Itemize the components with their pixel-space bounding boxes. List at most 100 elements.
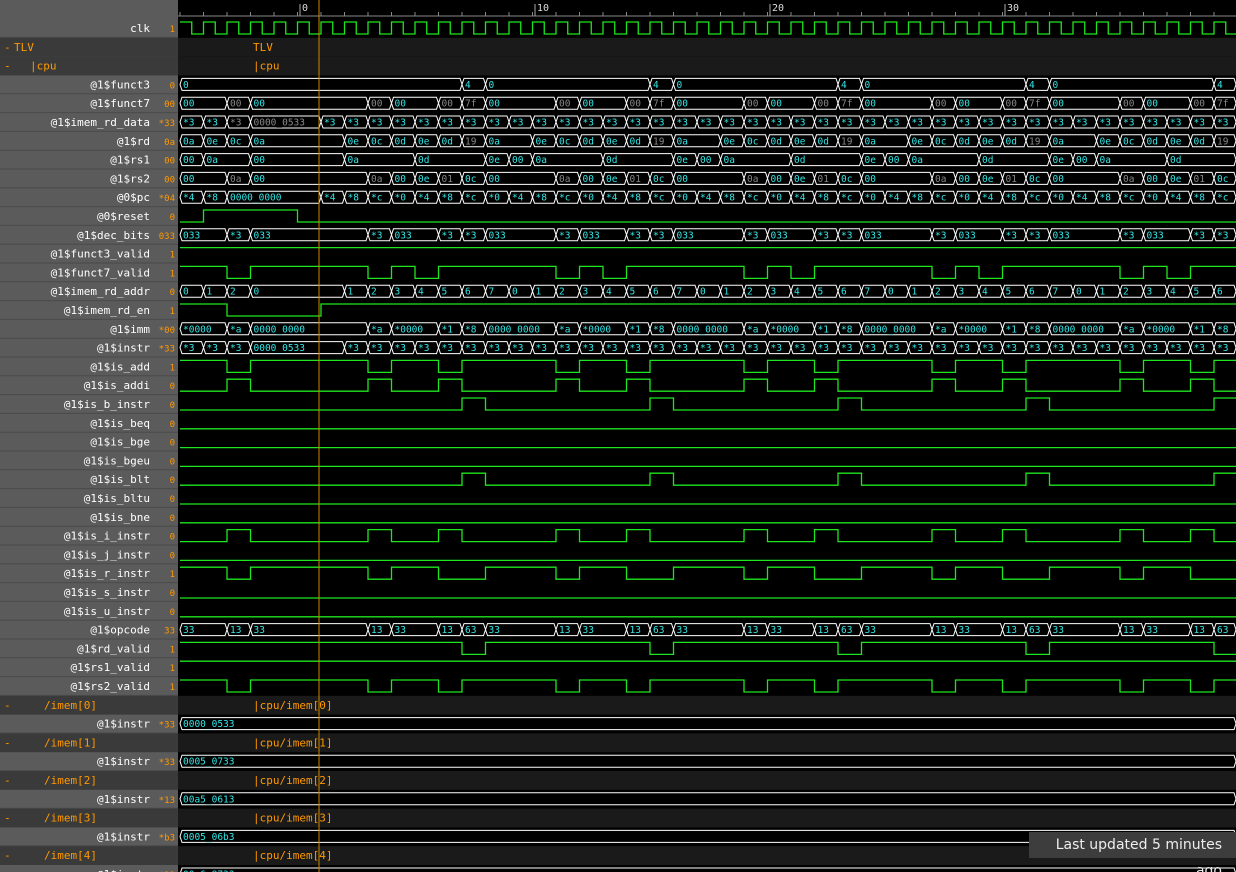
waveform-1-instr[interactable]: 0005_0733 <box>179 754 1236 768</box>
waveform-1-imem-rd-addr[interactable]: 0 1 2 0 1 2 3 4 5 6 7 0 1 2 3 4 5 6 7 0 1 2 3 4 5 6 7 0 1 2 3 4 5 6 7 0 1 2 3 4… <box>179 284 1236 298</box>
signal-value-hint: 00 <box>164 100 175 110</box>
scope-collapse-icon[interactable]: - <box>4 41 11 54</box>
bus-segment-value: 19 <box>841 136 853 147</box>
waveform-1-rs1[interactable]: 00 0a 00 0a 0d 0e 00 0a 0d 0e 00 0a 0d 0e 00 0a 0d 0e 00 0a… <box>179 153 1236 167</box>
scope-collapse-icon[interactable]: - <box>4 736 11 749</box>
signal-name-row-1-rs2-valid[interactable]: @1$rs2_valid 1 <box>0 680 178 696</box>
waveform-1-rs2[interactable]: 00 0a 00 0a 00 0e 01 0c 00 0a 00 0e 01 0c 00 0a 00 0e 01 0c… <box>179 171 1236 185</box>
signal-name-row-1-instr[interactable]: @1$instr *13 <box>0 793 178 809</box>
scope-collapse-icon[interactable]: - <box>4 60 11 73</box>
waveform-1-funct7-valid[interactable] <box>180 265 1236 280</box>
time-axis-label: 10 <box>537 3 549 14</box>
waveform-1-is-add[interactable] <box>180 359 1236 374</box>
signal-name-row-1-is-bge[interactable]: @1$is_bge 0 <box>0 436 178 452</box>
signal-name-row-1-opcode[interactable]: @1$opcode 33 <box>0 624 178 640</box>
waveform-1-dec-bits[interactable]: 033 *3 033 *3 033 *3 *3 033 *3 033 *3 *3 033 *3 033 *3 *… <box>179 228 1236 242</box>
bus-segment: *3 <box>649 341 675 354</box>
scope-collapse-icon[interactable]: - <box>4 774 11 787</box>
signal-name-row-1-rd[interactable]: @1$rd 0a <box>0 135 178 151</box>
signal-name-row-1-is-s-instr[interactable]: @1$is_s_instr 0 <box>0 586 178 602</box>
signal-name-row-1-rd-valid[interactable]: @1$rd_valid 1 <box>0 642 178 659</box>
bus-segment-value: 4 <box>606 287 612 298</box>
signal-name-row-1-is-bgeu[interactable]: @1$is_bgeu 0 <box>0 454 178 471</box>
scope-collapse-icon[interactable]: - <box>4 849 11 862</box>
signal-name-row-1-funct3-valid[interactable]: @1$funct3_valid 1 <box>0 248 178 264</box>
signal-name-row-1-funct3[interactable]: @1$funct3 0 <box>0 78 178 95</box>
bus-segment-value: 0e <box>207 136 219 147</box>
bus-segment: 00 <box>390 171 416 185</box>
waveform-1-funct7[interactable]: 00 00 00 00 00 00 7f 00 00 00 00 7f 00 00 00 00 7f 00 00 00… <box>179 96 1236 110</box>
waveform-1-rd-valid[interactable] <box>180 641 1236 656</box>
signal-name-row-tlv[interactable]: - TLV <box>0 37 178 57</box>
waveform-clk[interactable] <box>180 21 1236 35</box>
signal-name-row-imem-0[interactable]: - /imem[0] <box>0 695 178 715</box>
bus-segment: *3 <box>1025 341 1051 354</box>
signal-name-row-1-imem-rd-addr[interactable]: @1$imem_rd_addr 0 <box>0 285 178 302</box>
signal-name-row-0-reset[interactable]: @0$reset 0 <box>0 210 178 226</box>
waveform-0-reset[interactable] <box>180 209 1236 223</box>
waveform-1-is-i-instr[interactable] <box>180 528 1236 543</box>
signal-name-row-1-instr[interactable]: @1$instr*33 <box>0 755 178 772</box>
bus-segment: *3 <box>954 341 980 354</box>
signal-name-row-1-imm[interactable]: @1$imm *00 <box>0 323 178 339</box>
bus-segment-value: 0a <box>935 174 946 185</box>
scope-collapse-icon[interactable]: - <box>4 812 11 825</box>
waveform-1-is-b-instr[interactable] <box>180 397 1236 411</box>
signal-names-panel[interactable]: clk 1- TLV - |cpu @1$funct3 0 @1$funct7 00 @1$ime… <box>0 0 178 872</box>
bus-segment-value: 0c <box>465 174 476 185</box>
signal-name-row-1-is-blt[interactable]: @1$is_blt 0 <box>0 473 178 490</box>
signal-name-row-1-is-b-instr[interactable]: @1$is_b_instr 0 <box>0 398 178 414</box>
signal-name-row-imem-4[interactable]: - /imem[4] <box>0 846 178 865</box>
waveform-1-instr[interactable]: *3 *3 *3 0000_0533 *3 *3 *3 *3 *3 *3 *3 *3 *3 *3 *3 *3 *… <box>179 341 1236 355</box>
scope-collapse-icon[interactable]: - <box>4 699 11 712</box>
signal-name-row-1-dec-bits[interactable]: @1$dec_bits 033 <box>0 229 178 245</box>
waveform-1-is-r-instr[interactable] <box>180 566 1236 580</box>
waveform-1-is-addi[interactable] <box>180 378 1236 392</box>
signal-name-row-0-pc[interactable]: @0$pc *04 <box>0 191 178 208</box>
signal-name-row-1-is-bne[interactable]: @1$is_bne 0 <box>0 511 178 527</box>
signal-name-row-1-is-r-instr[interactable]: @1$is_r_instr 1 <box>0 567 178 584</box>
waveform-1-is-blt[interactable] <box>180 472 1236 486</box>
waveform-0-pc[interactable]: *4 *8 0000_0000 *4 *8 *c *0 *4 *8 *c *0 *4 *8 *c *0 *4 *… <box>179 190 1236 204</box>
signal-name-row-1-instr[interactable]: @1$instr*33 <box>0 718 178 734</box>
signal-name-row-1-is-j-instr[interactable]: @1$is_j_instr 0 <box>0 548 178 565</box>
bus-segment-value: *3 <box>1100 343 1111 354</box>
signal-name-row-clk[interactable]: clk 1 <box>0 22 178 38</box>
bus-segment: *4 <box>978 190 1004 204</box>
waveform-1-imem-rd-data[interactable]: *3 *3 *3 0000_0533 *3 *3 *3 *3 *3 *3 *3 *3 *3 *3 *3 *3 *… <box>179 115 1236 129</box>
signal-name-row-imem-2[interactable]: - /imem[2] <box>0 771 178 790</box>
signal-name-row-1-instr[interactable]: @1$instr*33 <box>0 868 178 872</box>
waveform-1-imm[interactable]: *0000 *a 0000_0000 *a *0000 *1 *8 0000_0000 *a *0… <box>179 322 1236 336</box>
signal-name-row-1-is-addi[interactable]: @1$is_addi 0 <box>0 379 178 396</box>
signal-name-row-1-is-bltu[interactable]: @1$is_bltu 0 <box>0 492 178 508</box>
bus-segment-value: *3 <box>700 118 711 129</box>
waveform-1-instr[interactable]: 00c6_8733 <box>180 867 1236 872</box>
signal-name-row-1-is-u-instr[interactable]: @1$is_u_instr 0 <box>0 605 178 621</box>
waveform-panel[interactable]: 0 10 20 30 TLV |cpu 0 4 0 4 0 4 0 4 0 4 00 00 00 00 00 00 7f 00… <box>178 0 1236 872</box>
signal-name-row-imem-3[interactable]: - /imem[3] <box>0 808 178 828</box>
signal-name-row-1-imem-rd-data[interactable]: @1$imem_rd_data *33 <box>0 116 178 132</box>
waveform-1-opcode[interactable]: 33 13 33 13 33 13 63 33 13 33 13 63 33 13 33 13 63 33 13 33… <box>179 623 1236 637</box>
waveform-1-instr[interactable]: 00a5_0613 <box>179 792 1236 806</box>
signal-name-row-1-funct7-valid[interactable]: @1$funct7_valid 1 <box>0 266 178 283</box>
signal-name-row-1-rs1[interactable]: @1$rs1 00 <box>0 154 178 170</box>
waveform-1-rs2-valid[interactable] <box>180 679 1236 693</box>
signal-name-row-1-is-beq[interactable]: @1$is_beq 0 <box>0 417 178 433</box>
signal-name-row-1-rs1-valid[interactable]: @1$rs1_valid 1 <box>0 661 178 678</box>
signal-name-row-1-is-add[interactable]: @1$is_add 1 <box>0 360 178 377</box>
signal-name-row-imem-1[interactable]: - /imem[1] <box>0 733 178 753</box>
waveform-1-imem-rd-en[interactable] <box>180 303 1236 317</box>
signal-name-row-1-funct7[interactable]: @1$funct7 00 <box>0 97 178 114</box>
waveform-1-rd[interactable]: 0a 0e 0c 0a 0e 0c 0d 0e 0d 19 0a 0e 0c 0d 0e 0d 19 0a 0e 0c… <box>179 134 1236 148</box>
waveform-1-instr[interactable]: 0000_0533 <box>179 717 1236 731</box>
signal-name: clk <box>130 22 150 35</box>
signal-name-row-1-instr[interactable]: @1$instr*33 <box>0 342 178 358</box>
signal-name-row-1-instr[interactable]: @1$instr *b3 <box>0 830 178 847</box>
signal-name-row-cpu[interactable]: - |cpu <box>0 56 178 76</box>
waveform-1-funct3[interactable]: 0 4 0 4 0 4 0 4 0 4 <box>179 77 1236 91</box>
signal-name-row-1-imem-rd-en[interactable]: @1$imem_rd_en 1 <box>0 304 178 320</box>
signal-name-row-1-is-i-instr[interactable]: @1$is_i_instr 0 <box>0 530 178 546</box>
bus-segment-value: *3 <box>536 118 547 129</box>
signal-name-row-1-rs2[interactable]: @1$rs2 00 <box>0 172 178 189</box>
bus-segment-value: 63 <box>465 625 476 636</box>
